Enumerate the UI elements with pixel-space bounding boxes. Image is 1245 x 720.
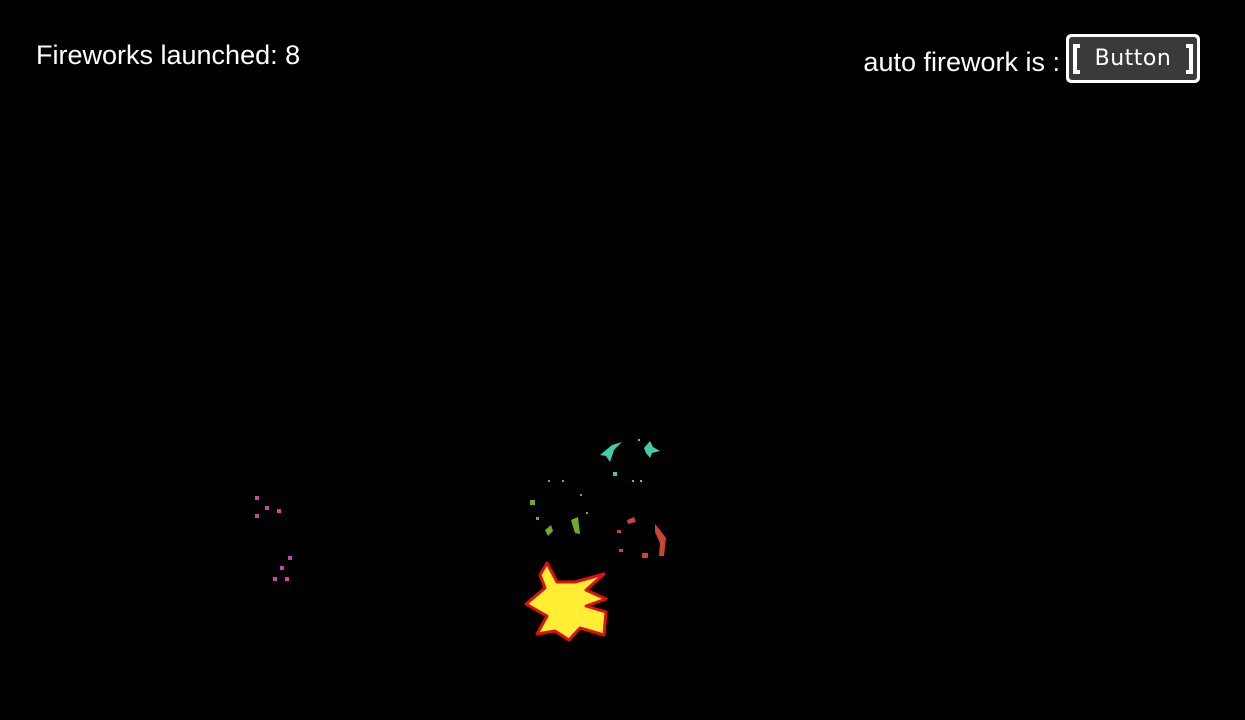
auto-firework-control: auto firework is : Button <box>863 34 1200 83</box>
spark <box>571 517 580 534</box>
auto-firework-label: auto firework is : <box>863 46 1060 77</box>
spark <box>655 524 666 556</box>
auto-firework-button-label: Button <box>1094 46 1172 71</box>
firework-red-sparks <box>617 517 666 558</box>
spark <box>530 500 535 505</box>
spark <box>627 517 636 524</box>
spark <box>548 480 550 482</box>
spark <box>536 517 539 520</box>
spark <box>632 480 634 482</box>
burst-shape <box>524 561 608 642</box>
firework-magenta-sparks <box>255 496 292 581</box>
spark <box>288 556 292 560</box>
fireworks-canvas[interactable] <box>0 0 1245 720</box>
spark <box>600 442 622 462</box>
fireworks-counter: Fireworks launched: 8 <box>36 40 301 70</box>
auto-firework-button-face[interactable]: Button <box>1069 37 1197 80</box>
game-stage[interactable]: Fireworks launched: 8 auto firework is :… <box>0 0 1245 720</box>
spark <box>277 509 281 513</box>
spark <box>619 549 623 552</box>
spark <box>265 506 269 510</box>
auto-firework-toggle-button[interactable]: Button <box>1066 34 1200 83</box>
spark <box>613 472 617 476</box>
spark <box>638 439 640 441</box>
spark <box>562 480 564 482</box>
left-bracket-icon <box>1073 43 1080 74</box>
spark <box>280 566 284 570</box>
spark <box>273 577 277 581</box>
firework-teal-sparks <box>600 439 660 482</box>
spark <box>255 496 259 500</box>
spark <box>642 553 648 558</box>
firework-burst-yellow <box>524 561 608 642</box>
spark <box>545 525 553 536</box>
spark <box>644 441 660 458</box>
spark <box>640 480 642 482</box>
spark <box>617 530 621 533</box>
spark <box>255 514 259 518</box>
spark <box>580 494 582 496</box>
right-bracket-icon <box>1185 43 1193 74</box>
firework-green-sparks <box>530 480 588 536</box>
spark <box>586 512 588 514</box>
spark <box>285 577 289 581</box>
